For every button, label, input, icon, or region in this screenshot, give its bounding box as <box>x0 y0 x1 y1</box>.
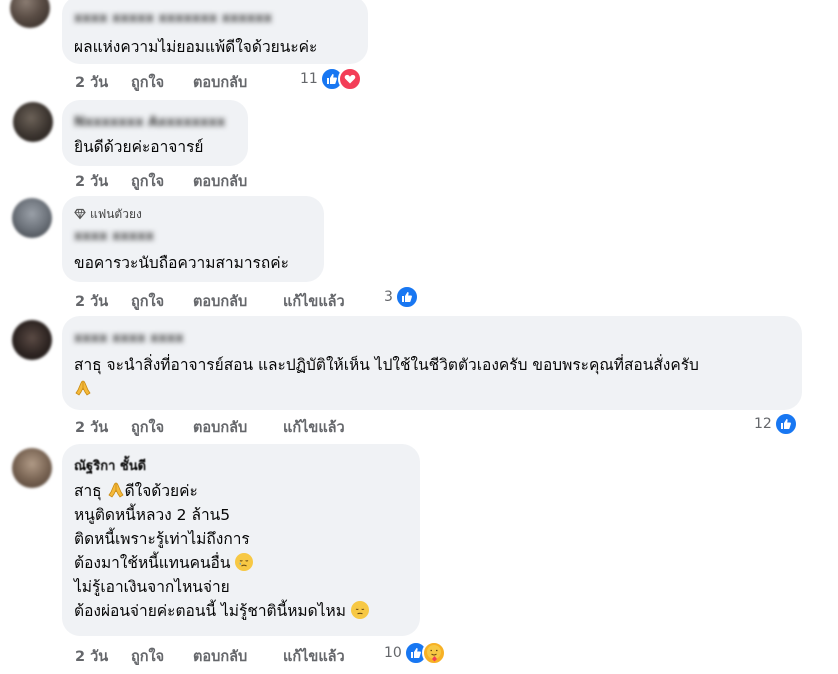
comment-text-line: ต้องผ่อนจ่ายค่ะตอนนี้ ไม่รู้ชาตินี้หมดไห… <box>74 599 408 623</box>
like-button[interactable]: ถูกใจ <box>131 416 193 439</box>
avatar[interactable] <box>13 102 53 142</box>
comment-text: ผลแห่งความไม่ยอมแพ้ดีใจด้วยนะค่ะ <box>74 38 318 56</box>
comment-actions: 2 วัน ถูกใจ ตอบกลับ แก้ไขแล้ว <box>75 416 345 439</box>
like-button[interactable]: ถูกใจ <box>131 170 193 193</box>
like-button[interactable]: ถูกใจ <box>131 645 193 668</box>
top-fan-label: แฟนตัวยง <box>90 207 142 221</box>
avatar[interactable] <box>10 0 50 28</box>
comment-text-line: ต้องมาใช้หนี้แทนคนอื่น <box>74 554 231 572</box>
comment-actions: 2 วัน ถูกใจ ตอบกลับ <box>75 170 247 193</box>
comment-text-line: สาธุ <box>74 482 102 500</box>
reaction-summary[interactable]: 12 <box>754 412 798 436</box>
top-fan-badge[interactable]: แฟนตัวยง <box>74 206 312 222</box>
avatar[interactable] <box>12 448 52 488</box>
reaction-count: 11 <box>300 71 318 87</box>
edited-label[interactable]: แก้ไขแล้ว <box>283 416 345 439</box>
comment-text: ยินดีด้วยค่ะอาจารย์ <box>74 138 204 156</box>
commenter-name[interactable]: xxxx xxxx xxxx <box>74 330 790 347</box>
avatar[interactable] <box>12 198 52 238</box>
reaction-count: 12 <box>754 416 772 432</box>
comment-time[interactable]: 2 วัน <box>75 170 131 193</box>
sad-face-icon <box>235 553 254 571</box>
comment-text-line: สาธุ จะนำสิ่งที่อาจารย์สอน และปฏิบัติให้… <box>74 356 699 374</box>
reply-button[interactable]: ตอบกลับ <box>193 645 283 668</box>
comment-time[interactable]: 2 วัน <box>75 290 131 313</box>
commenter-name[interactable]: Nxxxxxxx Axxxxxxxx <box>74 114 236 131</box>
comment-bubble: ณัฐริกา ชั้นดี สาธุ ดีใจด้วยค่ะ หนูติดหน… <box>62 444 420 636</box>
reaction-count: 10 <box>384 645 402 661</box>
edited-label[interactable]: แก้ไขแล้ว <box>283 290 345 313</box>
like-icon <box>773 412 798 436</box>
comment-actions: 2 วัน ถูกใจ ตอบกลับ แก้ไขแล้ว <box>75 645 345 668</box>
comment-bubble: xxxx xxxxx xxxxxxx xxxxxx ผลแห่งความไม่ย… <box>62 0 368 64</box>
comment-bubble: แฟนตัวยง xxxx xxxxx ขอคารวะนับถือความสาม… <box>62 196 324 282</box>
comment-text-line: ไม่รู้เอาเงินจากไหนจ่าย <box>74 578 230 596</box>
care-icon <box>421 641 446 665</box>
like-icon <box>394 285 419 309</box>
comment-text: สาธุ ดีใจด้วยค่ะ <box>74 479 408 503</box>
comment-time[interactable]: 2 วัน <box>75 416 131 439</box>
comment-bubble: xxxx xxxx xxxx สาธุ จะนำสิ่งที่อาจารย์สอ… <box>62 316 802 410</box>
commenter-name[interactable]: ณัฐริกา ชั้นดี <box>74 458 408 475</box>
comment-actions: 2 วัน ถูกใจ ตอบกลับ <box>75 71 247 94</box>
reaction-summary[interactable]: 11 <box>300 67 362 91</box>
comment-text-line: ดีใจด้วยค่ะ <box>124 482 198 500</box>
reply-button[interactable]: ตอบกลับ <box>193 416 283 439</box>
like-button[interactable]: ถูกใจ <box>131 290 193 313</box>
diamond-icon <box>74 208 86 220</box>
pensive-face-icon <box>350 601 369 619</box>
praying-hands-icon <box>108 482 124 498</box>
reaction-summary[interactable]: 10 <box>384 641 446 665</box>
comment-bubble: Nxxxxxxx Axxxxxxxx ยินดีด้วยค่ะอาจารย์ <box>62 100 248 166</box>
reply-button[interactable]: ตอบกลับ <box>193 170 247 193</box>
comment-text-line: ติดหนี้เพราะรู้เท่าไม่ถึงการ <box>74 530 250 548</box>
commenter-name[interactable]: xxxx xxxxx xxxxxxx xxxxxx <box>74 10 356 27</box>
praying-hands-icon <box>75 380 91 396</box>
comment-text-line: ต้องมาใช้หนี้แทนคนอื่น <box>74 551 408 575</box>
comment-text: ขอคารวะนับถือความสามารถค่ะ <box>74 254 289 272</box>
love-icon <box>337 67 362 91</box>
reply-button[interactable]: ตอบกลับ <box>193 290 283 313</box>
reaction-summary[interactable]: 3 <box>384 285 419 309</box>
reply-button[interactable]: ตอบกลับ <box>193 71 247 94</box>
comment-text-line: ต้องผ่อนจ่ายค่ะตอนนี้ ไม่รู้ชาตินี้หมดไห… <box>74 602 346 620</box>
comment-time[interactable]: 2 วัน <box>75 645 131 668</box>
comment-text-line: หนูติดหนี้หลวง 2 ล้าน5 <box>74 506 231 524</box>
commenter-name[interactable]: xxxx xxxxx <box>74 228 312 245</box>
comment-text: สาธุ จะนำสิ่งที่อาจารย์สอน และปฏิบัติให้… <box>74 353 790 377</box>
avatar[interactable] <box>12 320 52 360</box>
like-button[interactable]: ถูกใจ <box>131 71 193 94</box>
reaction-count: 3 <box>384 289 393 305</box>
edited-label[interactable]: แก้ไขแล้ว <box>283 645 345 668</box>
comment-actions: 2 วัน ถูกใจ ตอบกลับ แก้ไขแล้ว <box>75 290 345 313</box>
pray-emoji <box>74 377 790 401</box>
comment-time[interactable]: 2 วัน <box>75 71 131 94</box>
